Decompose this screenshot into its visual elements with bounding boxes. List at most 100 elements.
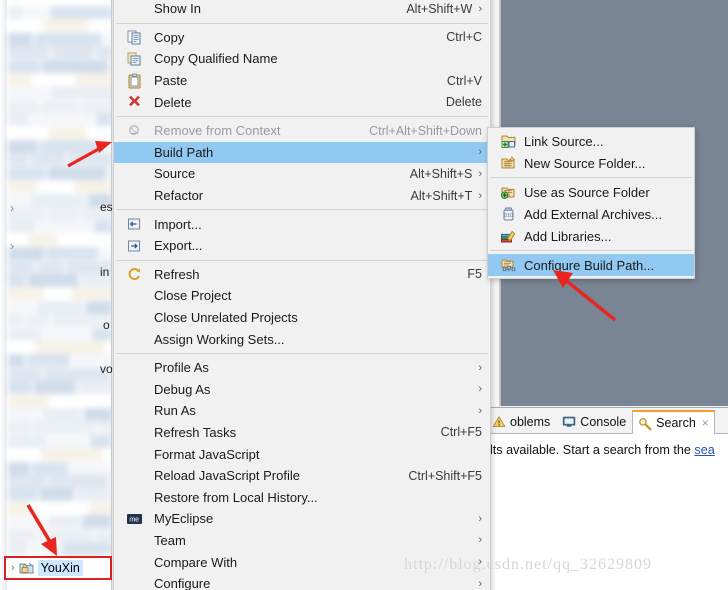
search-view-body: lts available. Start a search from the s…: [486, 434, 728, 457]
refresh-icon: [126, 266, 143, 282]
menu-item-label: Link Source...: [524, 133, 604, 149]
menu-item-label: Run As: [154, 403, 196, 419]
menu-item-label: Copy: [154, 29, 185, 45]
menu-item-show-in[interactable]: Show In Alt+Shift+W ›: [114, 0, 490, 20]
menu-item-add-external-archives[interactable]: 010 Add External Archives...: [488, 203, 694, 225]
menu-item-configure-build-path[interactable]: Configure Build Path...: [488, 254, 694, 276]
menu-item-label: Refresh Tasks: [154, 424, 237, 440]
menu-item-paste[interactable]: Paste Ctrl+V: [114, 70, 490, 92]
menu-item-team[interactable]: Team ›: [114, 530, 490, 552]
menu-item-label: Paste: [154, 73, 188, 89]
project-explorer-panel[interactable]: › ›: [0, 0, 112, 590]
tree-text-fragment: o: [103, 318, 110, 332]
menu-item-copy-qualified-name[interactable]: Copy Qualified Name: [114, 48, 490, 70]
project-node-youxin[interactable]: › YouXin: [4, 556, 112, 580]
copy-icon: [126, 29, 143, 45]
menu-item-refactor[interactable]: Refactor Alt+Shift+T ›: [114, 185, 490, 207]
context-menu[interactable]: Show In Alt+Shift+W › Copy Ctrl+C Copy Qualif…: [113, 0, 491, 590]
menu-item-new-source-folder[interactable]: New Source Folder...: [488, 152, 694, 174]
submenu-arrow-icon: ›: [478, 404, 482, 417]
menu-item-restore-from-local-history[interactable]: Restore from Local History...: [114, 486, 490, 508]
remove-context-icon: [126, 123, 143, 139]
menu-item-source[interactable]: Source Alt+Shift+S ›: [114, 163, 490, 185]
menu-item-copy[interactable]: Copy Ctrl+C: [114, 27, 490, 49]
menu-item-debug-as[interactable]: Debug As ›: [114, 379, 490, 401]
explorer-left-edge: [0, 0, 7, 590]
menu-item-run-as[interactable]: Run As ›: [114, 400, 490, 422]
menu-item-shortcut: Ctrl+C: [446, 30, 482, 45]
link-source-icon: [500, 133, 517, 149]
tree-text-fragment: in: [100, 265, 110, 279]
menu-item-format-javascript[interactable]: Format JavaScript: [114, 443, 490, 465]
tab-console[interactable]: Console: [556, 409, 632, 433]
menu-item-label: Profile As: [154, 360, 209, 376]
menu-item-label: Add External Archives...: [524, 206, 663, 222]
chevron-right-icon[interactable]: ›: [11, 562, 15, 574]
add-libraries-icon: [500, 228, 517, 244]
menu-separator: [490, 177, 692, 178]
menu-item-reload-javascript-profile[interactable]: Reload JavaScript Profile Ctrl+Shift+F5: [114, 465, 490, 487]
menu-item-import[interactable]: Import...: [114, 213, 490, 235]
tab-label: Console: [580, 414, 627, 429]
screenshot-root: › › es in vo o oblems Console Search × lts …: [0, 0, 728, 590]
menu-item-shortcut: Alt+Shift+W: [406, 1, 473, 16]
java-project-icon: [18, 560, 35, 576]
paste-icon: [126, 73, 143, 89]
watermark: http://blog.csdn.net/qq_32629809: [404, 556, 652, 573]
tab-oblems[interactable]: oblems: [486, 409, 556, 433]
menu-item-build-path[interactable]: Build Path ›: [114, 141, 490, 164]
myeclipse-icon: me: [126, 511, 143, 527]
search-page-link[interactable]: sea: [694, 443, 714, 457]
project-tree-blurred: [8, 6, 111, 569]
tab-label: oblems: [510, 414, 551, 429]
menu-separator: [116, 209, 488, 211]
tree-twisty-icon[interactable]: ›: [10, 240, 14, 252]
submenu-arrow-icon: ›: [478, 189, 482, 202]
new-source-folder-icon: [500, 155, 517, 171]
menu-item-label: New Source Folder...: [524, 155, 646, 171]
menu-item-label: Refresh: [154, 266, 200, 282]
menu-separator: [116, 259, 488, 261]
tree-text-fragment: es: [100, 200, 113, 214]
menu-item-link-source[interactable]: Link Source...: [488, 130, 694, 152]
submenu-arrow-icon: ›: [478, 146, 482, 159]
build-path-submenu[interactable]: Link Source... New Source Folder... Use as…: [487, 127, 695, 279]
menu-separator: [490, 250, 692, 251]
search-icon: [638, 416, 653, 431]
menu-item-delete[interactable]: Delete Delete: [114, 91, 490, 113]
svg-text:me: me: [129, 516, 139, 523]
submenu-arrow-icon: ›: [478, 361, 482, 374]
menu-separator: [116, 352, 488, 354]
menu-item-assign-working-sets[interactable]: Assign Working Sets...: [114, 328, 490, 350]
menu-item-label: Import...: [154, 216, 202, 232]
menu-item-label: Delete: [154, 94, 192, 110]
menu-item-label: Format JavaScript: [154, 446, 260, 462]
close-icon[interactable]: ×: [702, 416, 709, 430]
menu-item-configure[interactable]: Configure ›: [114, 573, 490, 590]
menu-item-shortcut: Ctrl+F5: [440, 425, 482, 440]
add-external-archives-icon: 010: [500, 206, 517, 222]
menu-item-use-as-source-folder[interactable]: Use as Source Folder: [488, 181, 694, 203]
menu-item-label: Add Libraries...: [524, 228, 612, 244]
menu-item-remove-from-context[interactable]: Remove from Context Ctrl+Alt+Shift+Down: [114, 120, 490, 142]
menu-item-refresh[interactable]: Refresh F5: [114, 264, 490, 286]
menu-item-close-project[interactable]: Close Project: [114, 285, 490, 307]
menu-item-myeclipse[interactable]: me MyEclipse ›: [114, 508, 490, 530]
tree-twisty-icon[interactable]: ›: [10, 202, 14, 214]
menu-item-label: Compare With: [154, 554, 238, 570]
menu-item-shortcut: Alt+Shift+T: [410, 188, 473, 203]
search-message: lts available. Start a search from the: [490, 443, 695, 457]
menu-item-shortcut: Ctrl+V: [446, 73, 482, 88]
menu-item-profile-as[interactable]: Profile As ›: [114, 357, 490, 379]
submenu-arrow-icon: ›: [478, 534, 482, 547]
tree-text-fragment: vo: [100, 362, 113, 376]
menu-separator: [116, 115, 488, 117]
menu-item-shortcut: Ctrl+Alt+Shift+Down: [369, 123, 482, 138]
tab-search[interactable]: Search ×: [632, 410, 715, 434]
menu-item-label: Assign Working Sets...: [154, 331, 285, 347]
menu-item-close-unrelated-projects[interactable]: Close Unrelated Projects: [114, 307, 490, 329]
menu-item-refresh-tasks[interactable]: Refresh Tasks Ctrl+F5: [114, 422, 490, 444]
menu-item-add-libraries[interactable]: Add Libraries...: [488, 225, 694, 247]
menu-item-label: Close Project: [154, 288, 232, 304]
menu-item-export[interactable]: Export...: [114, 235, 490, 257]
